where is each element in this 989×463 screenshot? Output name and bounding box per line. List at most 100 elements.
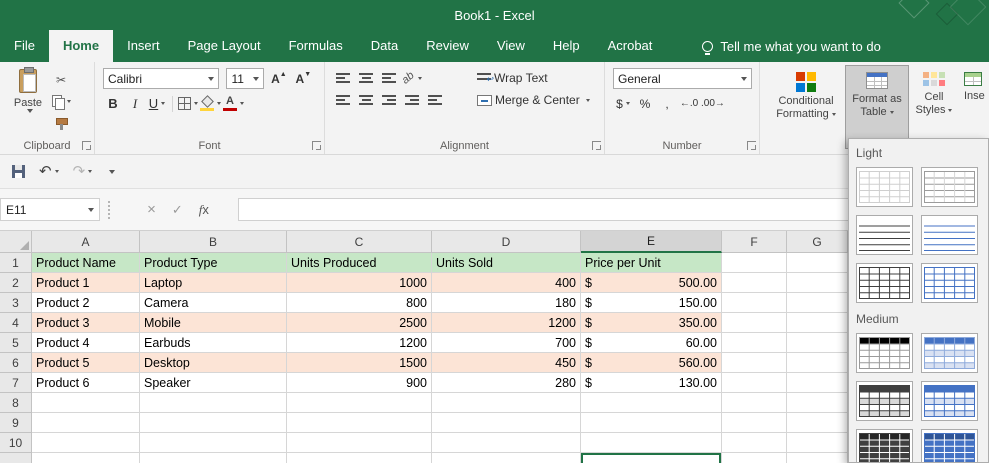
cell-C7[interactable]: 900 [287,373,432,393]
cell-C1[interactable]: Units Produced [287,253,432,273]
cell-F10[interactable] [722,433,787,453]
cell-E6[interactable]: $560.00 [581,353,722,373]
cell-G10[interactable] [787,433,848,453]
tab-help[interactable]: Help [539,30,594,62]
cell-C10[interactable] [287,433,432,453]
column-header-f[interactable]: F [722,231,787,253]
cell-F3[interactable] [722,293,787,313]
cell-E10[interactable] [581,433,722,453]
paste-button[interactable]: Paste [6,66,50,133]
cell-E4[interactable]: $350.00 [581,313,722,333]
cell-A5[interactable]: Product 4 [32,333,140,353]
cell-G3[interactable] [787,293,848,313]
cell-C3[interactable]: 800 [287,293,432,313]
column-header-a[interactable]: A [32,231,140,253]
decrease-font-size-button[interactable]: A ▼ [293,68,313,89]
fill-color-button[interactable] [200,93,221,114]
cell-F2[interactable] [722,273,787,293]
cell-A9[interactable] [32,413,140,433]
table-style-medium-5[interactable] [856,429,913,462]
table-style-medium-1[interactable] [856,333,913,373]
row-header-11[interactable] [0,453,32,463]
font-size-select[interactable]: 11 [226,68,265,89]
cell-E2[interactable]: $500.00 [581,273,722,293]
align-left-button[interactable] [333,90,353,111]
cell-C5[interactable]: 1200 [287,333,432,353]
cell-F5[interactable] [722,333,787,353]
cell-A2[interactable]: Product 1 [32,273,140,293]
wrap-text-button[interactable]: Wrap Text [477,67,598,89]
cell-A3[interactable]: Product 2 [32,293,140,313]
conditional-formatting-button[interactable]: Conditional Formatting [766,66,846,148]
cell-G9[interactable] [787,413,848,433]
increase-decimal-button[interactable]: ←.0 [679,93,699,114]
cell-E7[interactable]: $130.00 [581,373,722,393]
redo-button[interactable] [69,160,97,184]
column-header-b[interactable]: B [140,231,287,253]
row-header-4[interactable]: 4 [0,313,32,333]
tab-page-layout[interactable]: Page Layout [174,30,275,62]
table-style-light-3[interactable] [856,215,913,255]
tab-data[interactable]: Data [357,30,412,62]
row-header-8[interactable]: 8 [0,393,32,413]
cell-B8[interactable] [140,393,287,413]
tab-home[interactable]: Home [48,30,114,62]
bold-button[interactable]: B [103,93,123,114]
cell-G4[interactable] [787,313,848,333]
cell-F9[interactable] [722,413,787,433]
increase-indent-button[interactable] [425,90,445,111]
cell-G8[interactable] [787,393,848,413]
table-style-light-2[interactable] [921,167,978,207]
comma-style-button[interactable]: , [657,93,677,114]
cell-E3[interactable]: $150.00 [581,293,722,313]
cell-D10[interactable] [432,433,581,453]
cell-D11[interactable] [432,453,581,463]
align-right-button[interactable] [379,90,399,111]
select-all-corner[interactable] [0,231,32,253]
cell-C2[interactable]: 1000 [287,273,432,293]
cell-C9[interactable] [287,413,432,433]
cell-F1[interactable] [722,253,787,273]
cell-C11[interactable] [287,453,432,463]
cell-F11[interactable] [722,453,787,463]
font-color-button[interactable]: A [223,93,244,114]
cell-F7[interactable] [722,373,787,393]
enter-icon[interactable] [172,202,183,218]
cell-E8[interactable] [581,393,722,413]
cell-B6[interactable]: Desktop [140,353,287,373]
cell-B7[interactable]: Speaker [140,373,287,393]
cell-G7[interactable] [787,373,848,393]
cell-B10[interactable] [140,433,287,453]
cell-B9[interactable] [140,413,287,433]
percent-style-button[interactable]: % [635,93,655,114]
tab-review[interactable]: Review [412,30,483,62]
font-dialog-launcher[interactable] [312,141,321,150]
decrease-indent-button[interactable] [402,90,422,111]
middle-align-button[interactable] [356,68,376,89]
row-header-9[interactable]: 9 [0,413,32,433]
table-style-light-6[interactable] [921,263,978,303]
cell-A1[interactable]: Product Name [32,253,140,273]
font-name-select[interactable]: Calibri [103,68,219,89]
cell-A10[interactable] [32,433,140,453]
row-header-3[interactable]: 3 [0,293,32,313]
cell-D3[interactable]: 180 [432,293,581,313]
tab-view[interactable]: View [483,30,539,62]
cell-styles-button[interactable]: Cell Styles [908,66,960,148]
cell-D2[interactable]: 400 [432,273,581,293]
accounting-format-button[interactable]: $ [613,93,633,114]
column-header-c[interactable]: C [287,231,432,253]
cell-A4[interactable]: Product 3 [32,313,140,333]
table-style-medium-2[interactable] [921,333,978,373]
cell-D5[interactable]: 700 [432,333,581,353]
top-align-button[interactable] [333,68,353,89]
format-as-table-button[interactable]: Format as Table [845,65,909,149]
borders-button[interactable] [178,93,198,114]
insert-function-button[interactable]: fx [199,202,209,218]
cell-A8[interactable] [32,393,140,413]
table-style-light-1[interactable] [856,167,913,207]
column-header-e[interactable]: E [581,231,722,253]
cell-E9[interactable] [581,413,722,433]
table-style-medium-6[interactable] [921,429,978,462]
bottom-align-button[interactable] [379,68,399,89]
